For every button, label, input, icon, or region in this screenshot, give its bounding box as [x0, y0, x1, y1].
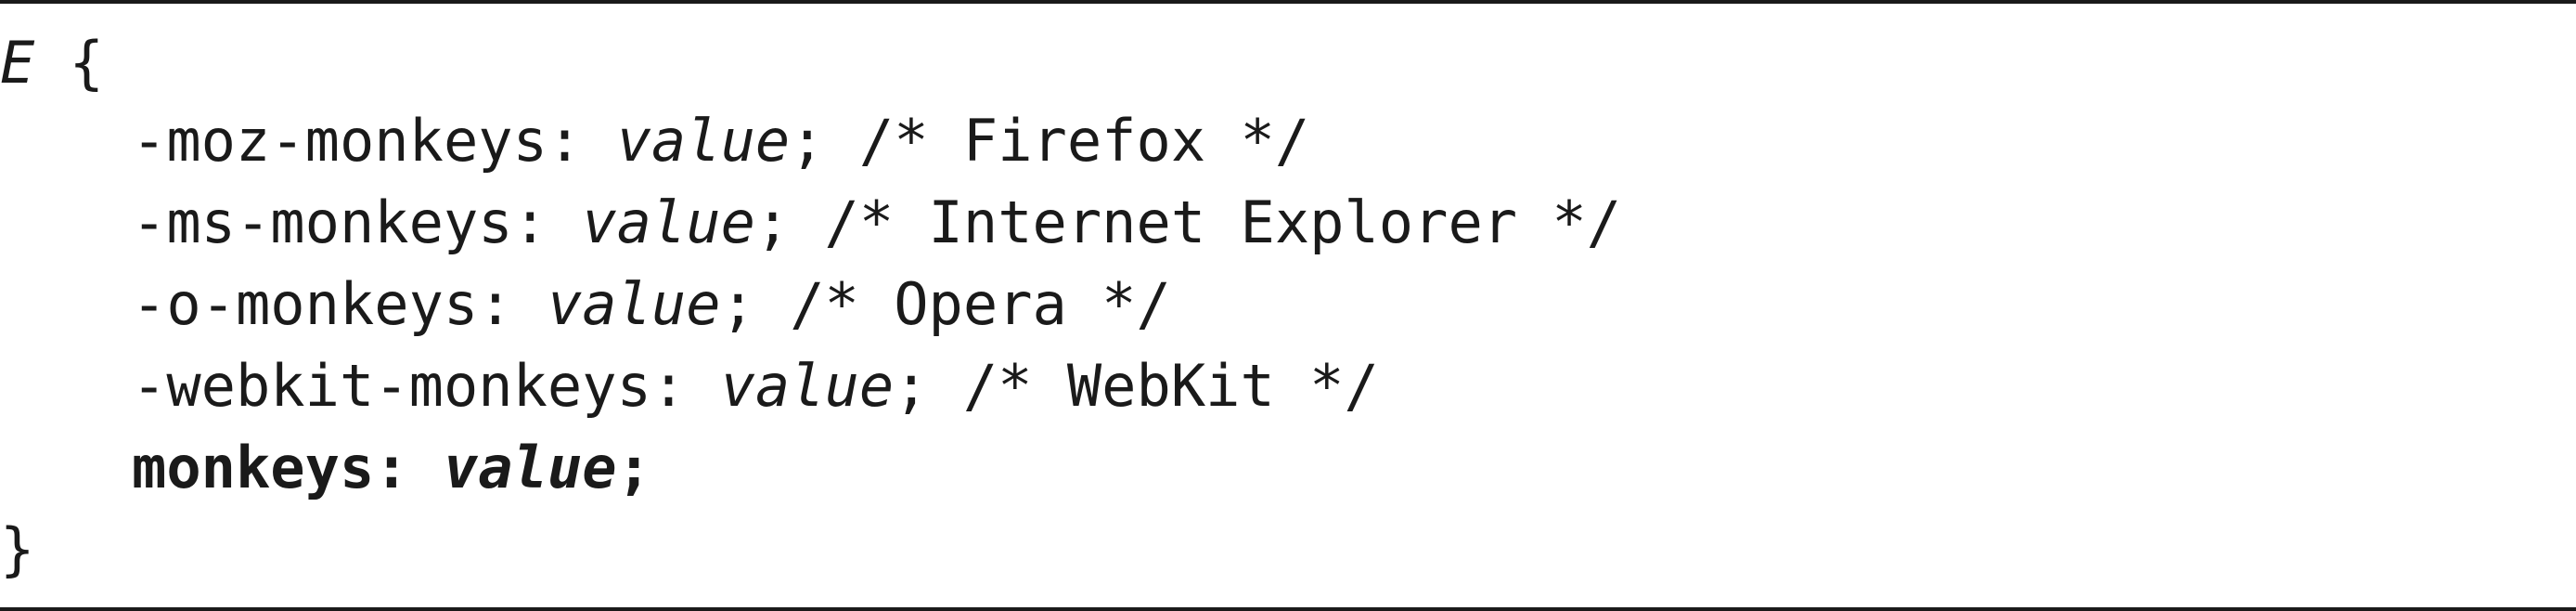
property-value: value [443, 434, 617, 501]
code-listing: E { -moz-monkeys: value; /* Firefox */ -… [0, 0, 2576, 611]
property-value: value [547, 270, 721, 338]
property-name: -webkit-monkeys: [132, 352, 721, 420]
property-comment: ; /* Internet Explorer */ [754, 188, 1622, 256]
property-name: -o-monkeys: [132, 270, 547, 338]
code-line-moz: -moz-monkeys: value; /* Firefox */ [132, 100, 1309, 182]
code-line-ms: -ms-monkeys: value; /* Internet Explorer… [132, 182, 1621, 264]
property-name: -ms-monkeys: [132, 188, 583, 256]
selector-placeholder: E [0, 29, 35, 97]
property-name: monkeys: [132, 434, 444, 501]
property-comment: ; /* Firefox */ [790, 107, 1310, 175]
property-comment: ; /* Opera */ [720, 270, 1171, 338]
code-line-webkit: -webkit-monkeys: value; /* WebKit */ [132, 345, 1379, 427]
property-value: value [582, 188, 755, 256]
property-value: value [720, 352, 895, 420]
open-brace: { [34, 29, 104, 97]
close-brace: } [0, 515, 35, 583]
property-comment: ; /* WebKit */ [894, 352, 1379, 420]
property-terminator: ; [616, 434, 651, 501]
code-line-close: } [0, 509, 34, 591]
code-line-selector: E { [0, 22, 104, 104]
property-value: value [616, 107, 791, 175]
code-line-o: -o-monkeys: value; /* Opera */ [132, 264, 1171, 345]
property-name: -moz-monkeys: [132, 107, 617, 175]
code-line-standard: monkeys: value; [132, 427, 651, 509]
